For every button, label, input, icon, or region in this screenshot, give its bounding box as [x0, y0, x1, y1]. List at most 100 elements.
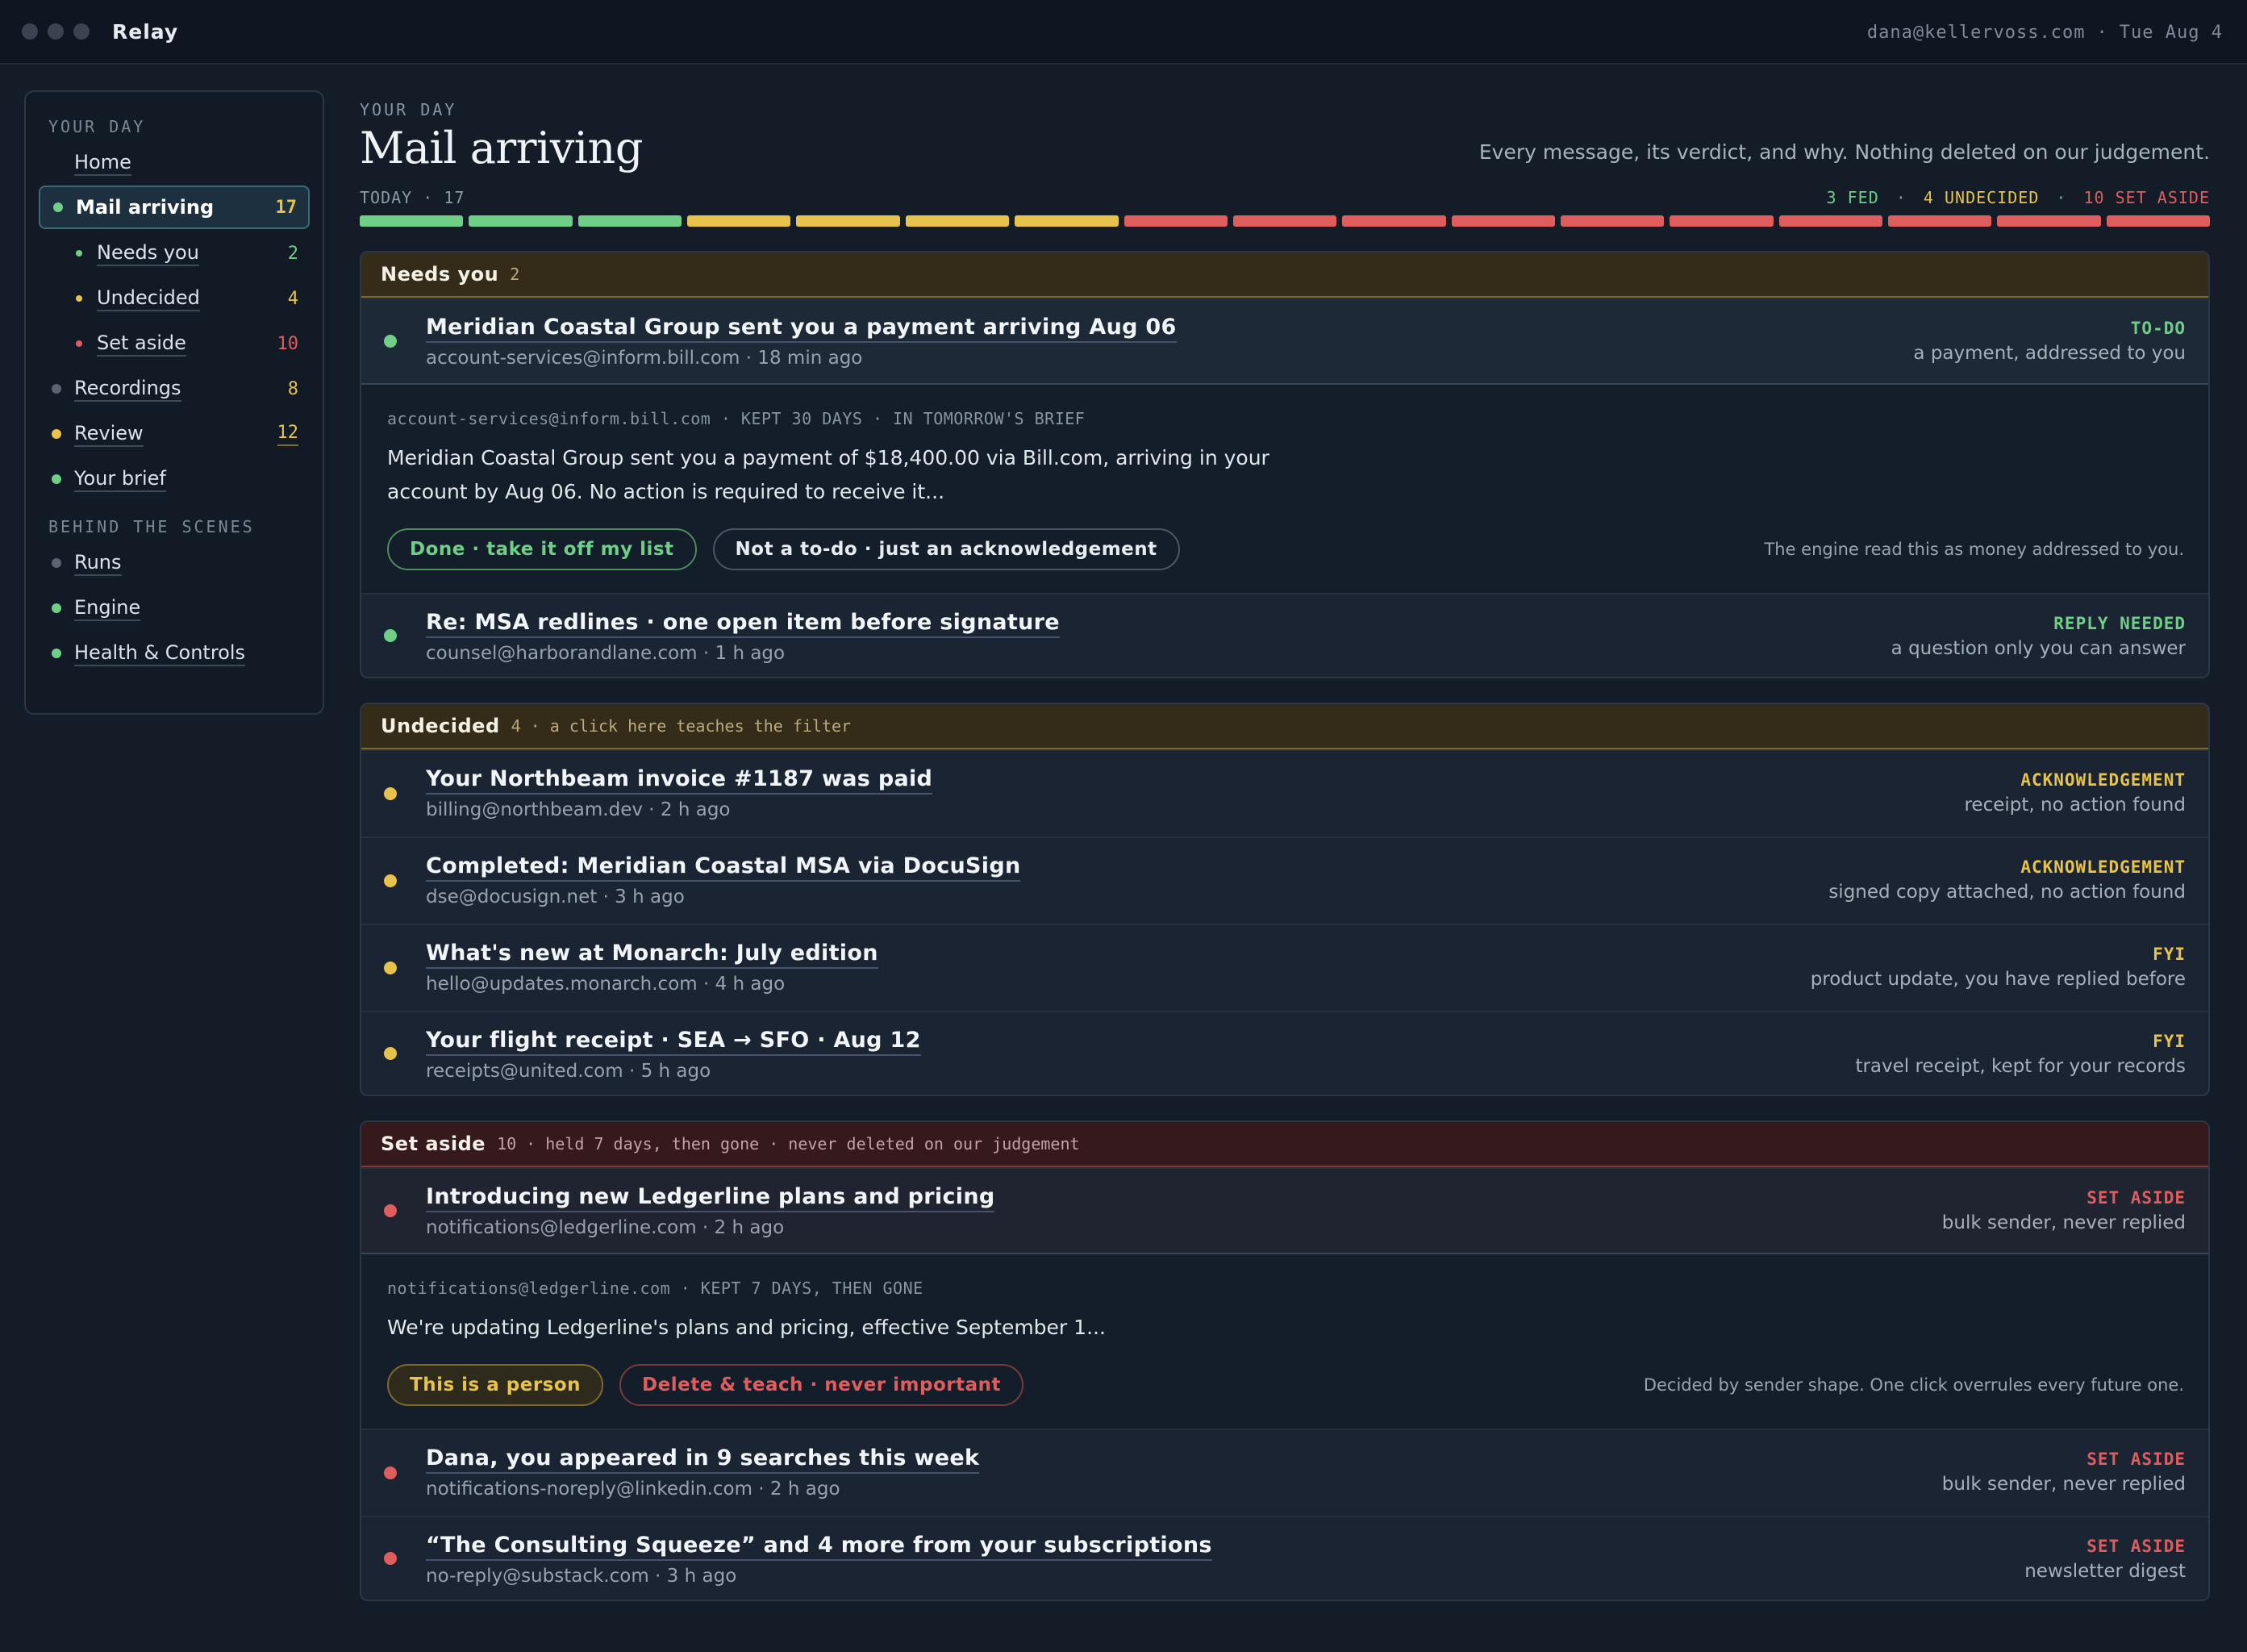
fed-segment [577, 215, 682, 227]
status-dot-icon [384, 629, 397, 642]
page-tagline: Every message, its verdict, and why. Not… [1478, 140, 2210, 164]
sidebar-item-set-aside[interactable]: Set aside 10 [39, 321, 310, 366]
sidebar-item-label: Your brief [74, 466, 166, 492]
verdict-reason: bulk sender, never replied [1941, 1474, 2186, 1495]
message-sender: counsel@harborandlane.com · 1 h ago [426, 643, 786, 664]
verdict-reason: a payment, addressed to you [1913, 343, 2186, 364]
status-dot-icon [384, 1552, 397, 1565]
status-dot-icon [76, 295, 82, 302]
message-subject[interactable]: Re: MSA redlines · one open item before … [426, 609, 1060, 638]
set-aside-segment [1778, 215, 1883, 227]
verdict-reason: product update, you have replied before [1810, 969, 2186, 990]
status-dot-icon [52, 384, 61, 394]
message-sender: no-reply@substack.com · 3 h ago [426, 1566, 737, 1587]
status-dot-icon [52, 474, 61, 484]
message-row[interactable]: Dana, you appeared in 9 searches this we… [361, 1429, 2208, 1516]
message-subject[interactable]: Dana, you appeared in 9 searches this we… [426, 1445, 980, 1474]
set-aside-segment [2106, 215, 2211, 227]
message-row[interactable]: Re: MSA redlines · one open item before … [361, 593, 2208, 677]
maximize-window-button[interactable] [73, 23, 90, 40]
verdict-tag: REPLY NEEDED [2053, 614, 2186, 633]
sidebar-item-label: Home [74, 150, 131, 176]
message-row[interactable]: Introducing new Ledgerline plans and pri… [361, 1167, 2208, 1254]
detail-meta: account-services@inform.bill.com · KEPT … [387, 409, 1086, 428]
title-bar: Relay dana@kellervoss.com · Tue Aug 4 [0, 0, 2247, 65]
delete-and-teach-button[interactable]: Delete & teach · never important [619, 1364, 1024, 1406]
message-row[interactable]: Your flight receipt · SEA → SFO · Aug 12… [361, 1011, 2208, 1095]
sidebar-item-your-brief[interactable]: Your brief [39, 457, 310, 502]
sidebar-heading-your-day: YOUR DAY [48, 117, 146, 136]
set-aside-segment [1670, 215, 1774, 227]
verdict-reason: newsletter digest [2024, 1561, 2186, 1582]
undecided-segment [796, 215, 900, 227]
section-title: Undecided [381, 715, 500, 737]
sidebar-item-mail-arriving[interactable]: Mail arriving 17 [39, 186, 310, 229]
message-subject[interactable]: Your flight receipt · SEA → SFO · Aug 12 [426, 1027, 921, 1056]
verdict-tag: FYI [2153, 1032, 2186, 1051]
undecided-segment [905, 215, 1010, 227]
message-row[interactable]: Completed: Meridian Coastal MSA via Docu… [361, 836, 2208, 924]
message-row[interactable]: Your Northbeam invoice #1187 was paid bi… [361, 749, 2208, 836]
section-count: 2 [510, 265, 520, 284]
verdict-reason: receipt, no action found [1964, 795, 2186, 816]
not-todo-button[interactable]: Not a to-do · just an acknowledgement [712, 528, 1180, 570]
message-subject[interactable]: Completed: Meridian Coastal MSA via Docu… [426, 853, 1021, 882]
separator: · [2056, 188, 2067, 207]
account-email: dana@kellervoss.com [1866, 22, 2086, 43]
sidebar-item-undecided[interactable]: Undecided 4 [39, 276, 310, 321]
message-subject[interactable]: Your Northbeam invoice #1187 was paid [426, 766, 933, 795]
message-subject[interactable]: What's new at Monarch: July edition [426, 940, 878, 969]
message-sender: account-services@inform.bill.com · 18 mi… [426, 348, 863, 369]
verdict-reason: a question only you can answer [1891, 638, 2186, 659]
count-badge: 12 [277, 422, 298, 446]
message-sender: notifications-noreply@linkedin.com · 2 h… [426, 1479, 840, 1500]
verdict-tag: FYI [2153, 945, 2186, 964]
main-content: YOUR DAY Mail arriving Every message, it… [360, 90, 2211, 1601]
message-sender: notifications@ledgerline.com · 2 h ago [426, 1217, 785, 1238]
count-badge: 8 [287, 378, 298, 399]
set-aside-segment [1997, 215, 2101, 227]
sidebar-item-label: Needs you [97, 240, 199, 266]
verdict-progress-bar [360, 215, 2211, 227]
message-row[interactable]: “The Consulting Squeeze” and 4 more from… [361, 1516, 2208, 1600]
count-badge: 10 [277, 333, 299, 354]
verdict-tag: ACKNOWLEDGEMENT [2020, 770, 2186, 790]
status-dot-icon [384, 335, 397, 348]
verdict-tag: SET ASIDE [2086, 1188, 2186, 1208]
minimize-window-button[interactable] [48, 23, 64, 40]
detail-body: Meridian Coastal Group sent you a paymen… [387, 446, 1269, 503]
sidebar-item-engine[interactable]: Engine [39, 586, 310, 631]
message-detail: account-services@inform.bill.com · KEPT … [361, 385, 2208, 593]
today-count: TODAY · 17 [360, 188, 465, 207]
status-dot-icon [384, 1466, 397, 1479]
count-badge: 4 [287, 288, 298, 309]
sidebar-item-label: Runs [74, 550, 122, 576]
count-badge: 17 [275, 197, 298, 218]
sidebar-item-needs-you[interactable]: Needs you 2 [39, 231, 310, 276]
this-is-a-person-button[interactable]: This is a person [387, 1364, 604, 1406]
sidebar-item-health-controls[interactable]: Health & Controls [39, 631, 310, 676]
message-row[interactable]: What's new at Monarch: July edition hell… [361, 924, 2208, 1011]
set-aside-segment [1451, 215, 1555, 227]
verdict-reason: signed copy attached, no action found [1828, 882, 2186, 903]
message-subject[interactable]: “The Consulting Squeeze” and 4 more from… [426, 1532, 1212, 1561]
message-row[interactable]: Meridian Coastal Group sent you a paymen… [361, 298, 2208, 385]
status-dot-icon [52, 429, 61, 439]
undecided-count: 4 UNDECIDED [1923, 188, 2040, 207]
sidebar-item-recordings[interactable]: Recordings 8 [39, 366, 310, 411]
sidebar-item-review[interactable]: Review 12 [39, 411, 310, 457]
message-subject[interactable]: Meridian Coastal Group sent you a paymen… [426, 314, 1177, 343]
verdict-reason: travel receipt, kept for your records [1855, 1056, 2186, 1077]
close-window-button[interactable] [22, 23, 38, 40]
status-dot-icon [384, 1204, 397, 1217]
fed-segment [360, 215, 464, 227]
sidebar-item-runs[interactable]: Runs [39, 540, 310, 586]
done-button[interactable]: Done · take it off my list [387, 528, 697, 570]
status-dot-icon [384, 874, 397, 887]
sidebar-item-home[interactable]: Home [39, 140, 310, 186]
page-eyebrow: YOUR DAY [360, 100, 457, 119]
status-dot-icon [52, 558, 61, 568]
separator: · [1895, 188, 1907, 207]
message-subject[interactable]: Introducing new Ledgerline plans and pri… [426, 1183, 995, 1212]
sidebar-item-label: Health & Controls [74, 640, 246, 666]
